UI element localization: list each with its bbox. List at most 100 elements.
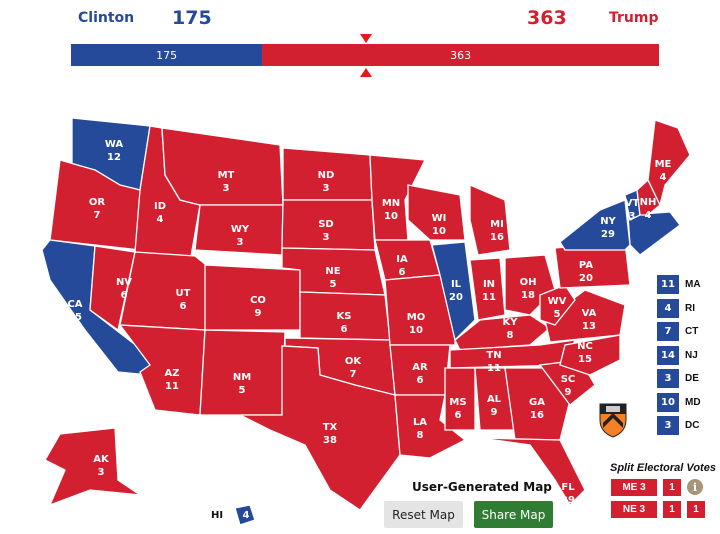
small-state-ma[interactable]: 11 MA	[657, 274, 701, 295]
state-votes-or: 7	[94, 210, 101, 221]
state-label-az: AZ	[165, 368, 180, 379]
small-state-md[interactable]: 10 MD	[657, 392, 701, 413]
state-votes-ks: 6	[341, 324, 348, 335]
state-votes-ar: 6	[417, 375, 424, 386]
state-label-ak: AK	[93, 454, 110, 465]
split-row-me: ME 3 1 i	[611, 479, 703, 496]
state-votes-al: 9	[491, 407, 498, 418]
dem-bar-segment: 175	[71, 44, 263, 66]
state-votes-ak: 3	[98, 467, 105, 478]
small-state-votes[interactable]: 11	[657, 275, 679, 294]
state-ut[interactable]	[119, 251, 211, 331]
split-ne-total[interactable]: NE 3	[611, 501, 657, 518]
info-icon[interactable]: i	[687, 479, 703, 495]
state-votes-sc: 9	[565, 387, 572, 398]
small-state-ct[interactable]: 7 CT	[657, 321, 701, 342]
state-label-ms: MS	[449, 397, 466, 408]
state-votes-az: 11	[165, 381, 179, 392]
state-votes-co: 9	[255, 308, 262, 319]
reset-map-button[interactable]: Reset Map	[384, 501, 463, 528]
small-state-votes[interactable]: 4	[657, 298, 679, 318]
state-label-nv: NV	[116, 277, 132, 288]
split-me-total[interactable]: ME 3	[611, 479, 657, 496]
small-state-abbr: DC	[685, 420, 700, 431]
state-votes-ny: 29	[601, 229, 615, 240]
state-ak[interactable]	[44, 427, 141, 507]
state-northeast-dem[interactable]	[627, 211, 681, 256]
state-label-nm: NM	[233, 372, 251, 383]
state-votes-nm: 5	[239, 385, 246, 396]
small-state-abbr: RI	[685, 302, 695, 314]
princeton-shield-logo	[599, 403, 627, 438]
small-state-abbr: MD	[685, 396, 701, 408]
state-label-sd: SD	[318, 219, 334, 230]
state-votes-in: 11	[482, 292, 496, 303]
state-label-nd: ND	[318, 170, 335, 181]
small-state-votes[interactable]: 7	[657, 322, 679, 341]
state-label-la: LA	[413, 417, 427, 428]
share-map-button[interactable]: Share Map	[474, 501, 553, 528]
state-votes-nc: 15	[578, 354, 592, 365]
state-votes-ia: 6	[399, 267, 406, 278]
state-label-wi: WI	[432, 213, 447, 224]
rep-vote-total: 363	[527, 7, 567, 29]
state-label-ar: AR	[412, 362, 428, 373]
small-state-ri[interactable]: 4 RI	[657, 298, 701, 319]
state-votes-mn: 10	[384, 211, 398, 222]
state-label-ne: NE	[325, 266, 340, 277]
state-label-hi: 4	[243, 510, 250, 521]
state-label-tx: TX	[323, 422, 338, 433]
split-me-district-1[interactable]: 1	[663, 479, 681, 496]
state-votes-ca: 55	[68, 312, 82, 323]
small-state-votes[interactable]: 14	[657, 345, 679, 365]
state-label-ks: KS	[337, 311, 352, 322]
split-votes-title: Split Electoral Votes	[610, 462, 716, 474]
state-votes-ut: 6	[180, 301, 187, 312]
state-votes-wi: 10	[432, 226, 446, 237]
state-votes-id: 4	[157, 214, 164, 225]
state-votes-wa: 12	[107, 152, 121, 163]
state-label-oh: OH	[520, 277, 537, 288]
state-votes-la: 8	[417, 430, 424, 441]
small-state-nj[interactable]: 14 NJ	[657, 345, 701, 366]
small-state-dc[interactable]: 3 DC	[657, 415, 701, 436]
small-state-votes[interactable]: 3	[657, 416, 679, 435]
state-label-vt: VT	[625, 198, 640, 209]
rep-candidate-name: Trump	[609, 10, 659, 26]
state-votes-mo: 10	[409, 325, 423, 336]
split-row-ne: NE 3 1 1	[611, 501, 711, 518]
state-votes-nd: 3	[323, 183, 330, 194]
state-votes-sd: 3	[323, 232, 330, 243]
split-ne-district-2[interactable]: 1	[687, 501, 705, 518]
state-votes-va: 13	[582, 321, 596, 332]
state-label-ny: NY	[600, 216, 616, 227]
state-votes-ne: 5	[330, 279, 337, 290]
state-label-id: ID	[154, 201, 166, 212]
electoral-tally-bar: 175 363	[71, 44, 659, 66]
state-votes-wy: 3	[237, 237, 244, 248]
state-label-ok: OK	[345, 356, 363, 367]
small-state-votes[interactable]: 10	[657, 392, 679, 412]
state-label-tn: TN	[486, 350, 501, 361]
hawaii-label: HI	[211, 510, 224, 521]
state-ny[interactable]	[559, 199, 631, 251]
state-votes-oh: 18	[521, 290, 535, 301]
state-label-wy: WY	[231, 224, 250, 235]
state-votes-vt: 3	[629, 211, 636, 222]
state-votes-pa: 20	[579, 273, 593, 284]
state-votes-wv: 5	[554, 309, 561, 320]
small-states-list: 11 MA 4 RI 7 CT 14 NJ 3 DE 10 MD 3 DC	[657, 274, 701, 439]
state-label-fl: FL	[561, 482, 575, 493]
state-votes-tx: 38	[323, 435, 337, 446]
state-label-va: VA	[582, 308, 597, 319]
small-state-votes[interactable]: 3	[657, 369, 679, 388]
state-label-me: ME	[655, 159, 672, 170]
state-votes-ok: 7	[350, 369, 357, 380]
dem-candidate-name: Clinton	[78, 10, 135, 26]
state-votes-tn: 11	[487, 363, 501, 374]
small-state-de[interactable]: 3 DE	[657, 368, 701, 389]
split-ne-district-1[interactable]: 1	[663, 501, 681, 518]
state-label-ga: GA	[529, 397, 545, 408]
state-label-il: IL	[451, 279, 462, 290]
state-label-nh: NH	[640, 197, 657, 208]
